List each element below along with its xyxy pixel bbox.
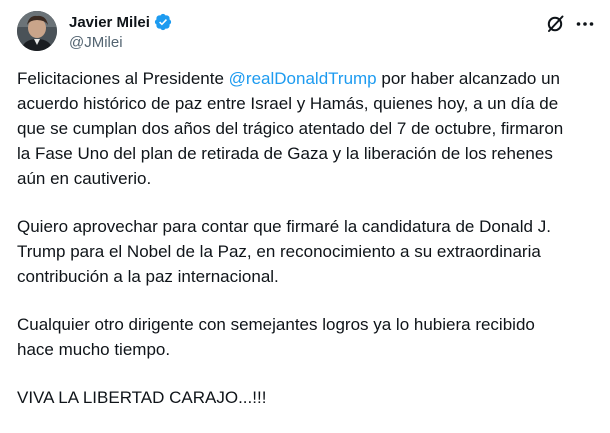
mention-link[interactable]: @realDonaldTrump [229,69,377,88]
tweet-header: Javier Milei @JMilei [17,11,596,57]
tweet-paragraph-1: Felicitaciones al Presidente @realDonald… [17,66,607,191]
grok-slash-icon[interactable] [544,13,566,35]
tweet-text: Felicitaciones al Presidente @realDonald… [17,66,607,433]
author-names: Javier Milei @JMilei [69,12,172,51]
display-name[interactable]: Javier Milei [69,14,150,31]
tweet-paragraph-4: VIVA LA LIBERTAD CARAJO...!!! [17,388,267,407]
tweet-paragraph-3: Cualquier otro dirigente con semejantes … [17,315,535,359]
tweet-card: Javier Milei @JMilei Felicitaciones al P… [0,0,610,418]
author-handle[interactable]: @JMilei [69,34,172,51]
verified-badge-icon [154,13,172,31]
avatar[interactable] [17,11,57,51]
paragraph-1-lead: Felicitaciones al Presidente [17,69,229,88]
more-dots-icon[interactable] [574,13,596,35]
tweet-paragraph-2: Quiero aprovechar para contar que firmar… [17,217,551,286]
